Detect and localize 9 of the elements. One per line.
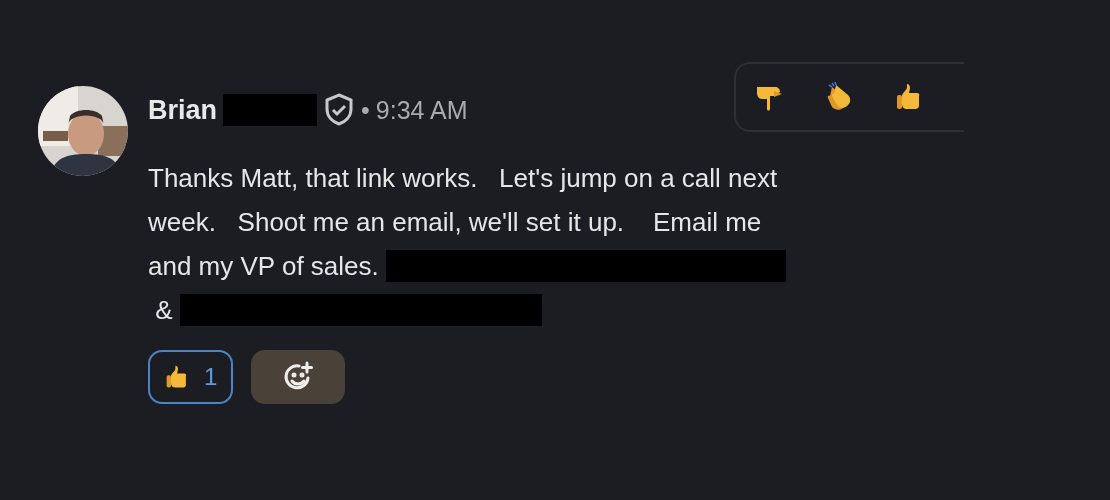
message-text: Thanks Matt, that link works. Let's jump on a call next: [148, 162, 778, 194]
timestamp: 9:34 AM: [375, 95, 468, 125]
reaction-chip[interactable]: 1: [148, 350, 234, 404]
message-text: &: [154, 294, 174, 326]
message-text: week. Shoot me an email, we'll set it up. Email me: [148, 206, 762, 238]
separator-dot: •: [361, 95, 370, 125]
message-text: and my VP of sales.: [148, 250, 380, 282]
author-name[interactable]: Brian: [148, 94, 218, 126]
add-reaction-button[interactable]: [251, 350, 346, 404]
